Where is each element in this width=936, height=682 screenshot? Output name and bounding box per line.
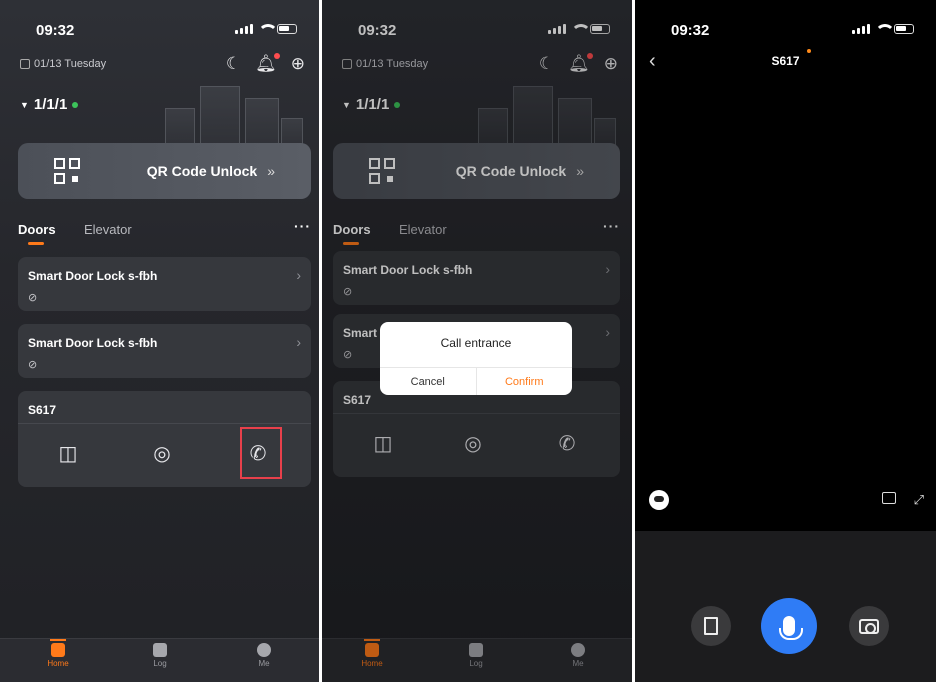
unlock-door-button[interactable] — [691, 606, 731, 646]
qr-unlock-button[interactable]: QR Code Unlock » — [18, 143, 311, 199]
chevron-right-icon: › — [296, 334, 301, 350]
tab-doors[interactable]: Doors — [18, 222, 56, 245]
dialog-title: Call entrance — [440, 336, 512, 350]
link-icon: ⊘ — [28, 292, 38, 304]
tab-home[interactable]: Home — [38, 639, 78, 668]
tab-elevator[interactable]: Elevator — [84, 222, 132, 237]
confirm-button[interactable]: Confirm — [477, 368, 573, 395]
chevron-right-icon: › — [296, 267, 301, 283]
bell-icon[interactable]: 🔔︎ — [255, 53, 280, 74]
call-highlight-box — [240, 427, 282, 479]
me-icon — [257, 643, 271, 657]
qr-unlock-label: QR Code Unlock — [146, 163, 258, 179]
status-time: 09:32 — [671, 22, 710, 39]
tab-log[interactable]: Log — [140, 643, 180, 668]
notification-dot — [273, 53, 280, 59]
double-chevron-icon: » — [267, 163, 275, 179]
status-bar: 09:32 — [635, 22, 936, 53]
log-icon — [153, 643, 167, 657]
cancel-button[interactable]: Cancel — [380, 368, 477, 395]
online-dot — [72, 101, 79, 108]
keypad-icon[interactable] — [881, 492, 896, 504]
device-name: S617 — [28, 403, 57, 417]
mic-in-use-dot — [807, 49, 811, 53]
battery-icon — [277, 24, 297, 34]
call-entrance-dialog: Call entrance Cancel Confirm — [380, 322, 572, 395]
link-icon: ⊘ — [28, 359, 38, 371]
call-controls — [635, 531, 936, 682]
home-screen: 09:32 01/13 Tuesday ☾ 🔔︎ ⊕ ▼ 1/1/1 QR Co… — [0, 0, 319, 682]
building-illustration — [155, 78, 305, 148]
bottom-tabbar: Home Log Me — [0, 638, 319, 682]
signal-icon — [852, 24, 870, 34]
status-bar: 09:32 — [0, 22, 319, 42]
status-time: 09:32 — [36, 22, 75, 39]
door-card[interactable]: Smart Door Lock s-fbh ⊘ › — [18, 324, 311, 378]
device-card: S617 ◫ ◎ ✆ — [18, 391, 311, 487]
wifi-icon — [875, 24, 895, 34]
battery-icon — [894, 24, 914, 34]
camera-monitor-icon[interactable]: ◎ — [148, 441, 176, 469]
microphone-button[interactable] — [761, 598, 817, 654]
caret-down-icon: ▼ — [20, 99, 29, 110]
qr-code-icon — [54, 158, 80, 184]
call-screen: 09:32 ‹ S617 ⤢ — [635, 0, 936, 682]
signal-icon — [235, 24, 253, 34]
device-tabs: Doors Elevator ··· — [18, 218, 311, 246]
door-icon — [704, 617, 718, 635]
fullscreen-icon[interactable]: ⤢ — [914, 492, 924, 508]
moon-icon[interactable]: ☾ — [226, 54, 241, 74]
door-icon[interactable]: ◫ — [54, 441, 82, 469]
microphone-icon — [779, 616, 803, 640]
more-icon[interactable]: ··· — [294, 218, 311, 234]
site-selector[interactable]: ▼ 1/1/1 — [20, 96, 79, 113]
add-icon[interactable]: ⊕ — [291, 54, 305, 74]
door-name: Smart Door Lock s-fbh — [28, 336, 158, 350]
wifi-icon — [258, 24, 278, 34]
date-label: 01/13 Tuesday — [20, 58, 106, 70]
calendar-icon — [20, 59, 30, 69]
camera-icon — [859, 618, 879, 634]
avatar[interactable] — [649, 490, 669, 510]
home-icon — [51, 643, 65, 657]
door-card[interactable]: Smart Door Lock s-fbh ⊘ › — [18, 257, 311, 311]
call-title: S617 — [771, 54, 800, 68]
door-name: Smart Door Lock s-fbh — [28, 269, 158, 283]
tab-me[interactable]: Me — [244, 643, 284, 668]
home-screen-dialog: 09:32 01/13 Tuesday ☾ 🔔︎ ⊕ ▼ 1/1/1 QR Co… — [322, 0, 632, 682]
snapshot-button[interactable] — [849, 606, 889, 646]
